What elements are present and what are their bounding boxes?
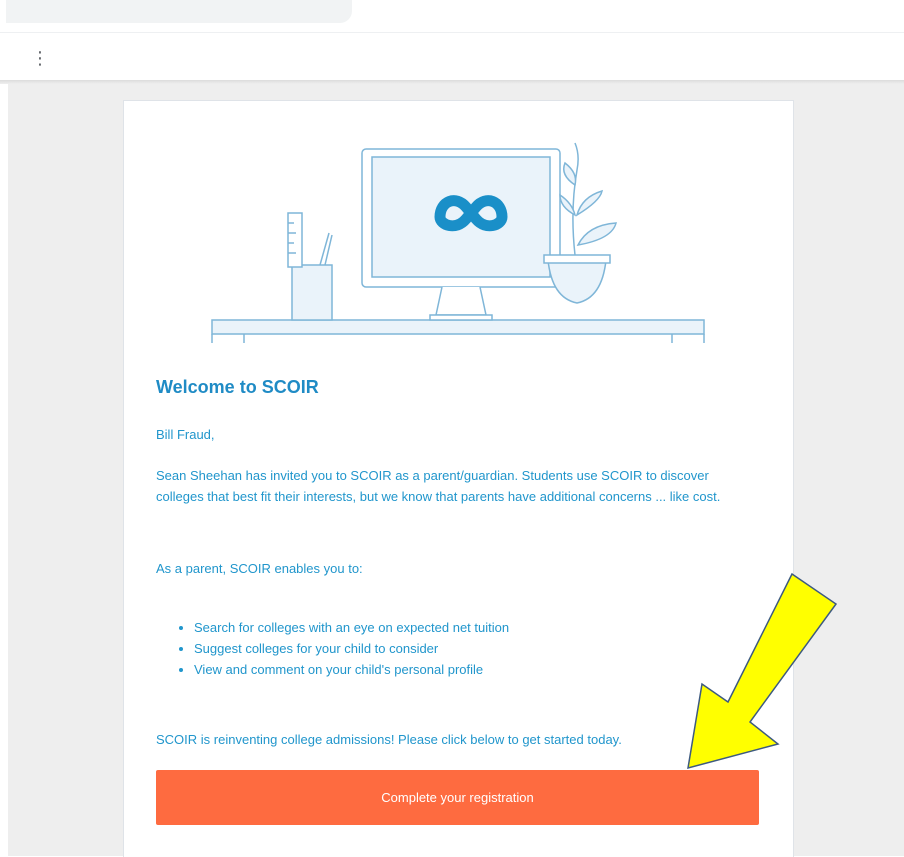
search-bar[interactable]	[6, 0, 352, 23]
list-item: Search for colleges with an eye on expec…	[194, 617, 509, 638]
plant-stem	[572, 142, 579, 256]
email-card: Welcome to SCOIR Bill Fraud, Sean Sheeha…	[123, 100, 794, 857]
intro-paragraph: Sean Sheehan has invited you to SCOIR as…	[156, 468, 721, 504]
enables-lead-text: As a parent, SCOIR enables you to:	[156, 561, 363, 576]
desk-illustration	[211, 142, 705, 343]
complete-registration-button[interactable]: Complete your registration	[156, 770, 759, 825]
more-options-icon[interactable]: ⋮	[31, 47, 49, 69]
greeting-text: Bill Fraud,	[156, 427, 215, 442]
pencil-cup	[291, 264, 333, 321]
closing-text: SCOIR is reinventing college admissions!…	[156, 732, 622, 747]
list-item: View and comment on your child's persona…	[194, 659, 509, 680]
desk-top	[211, 319, 705, 335]
list-item: Suggest colleges for your child to consi…	[194, 638, 509, 659]
monitor-stand	[435, 286, 487, 316]
pencil	[319, 232, 330, 266]
welcome-title: Welcome to SCOIR	[156, 377, 319, 397]
plant-pot	[547, 259, 607, 304]
browser-top-bar	[0, 0, 904, 33]
ruler	[287, 212, 303, 268]
email-toolbar: ⋮	[0, 33, 904, 80]
features-list: Search for colleges with an eye on expec…	[176, 617, 509, 680]
